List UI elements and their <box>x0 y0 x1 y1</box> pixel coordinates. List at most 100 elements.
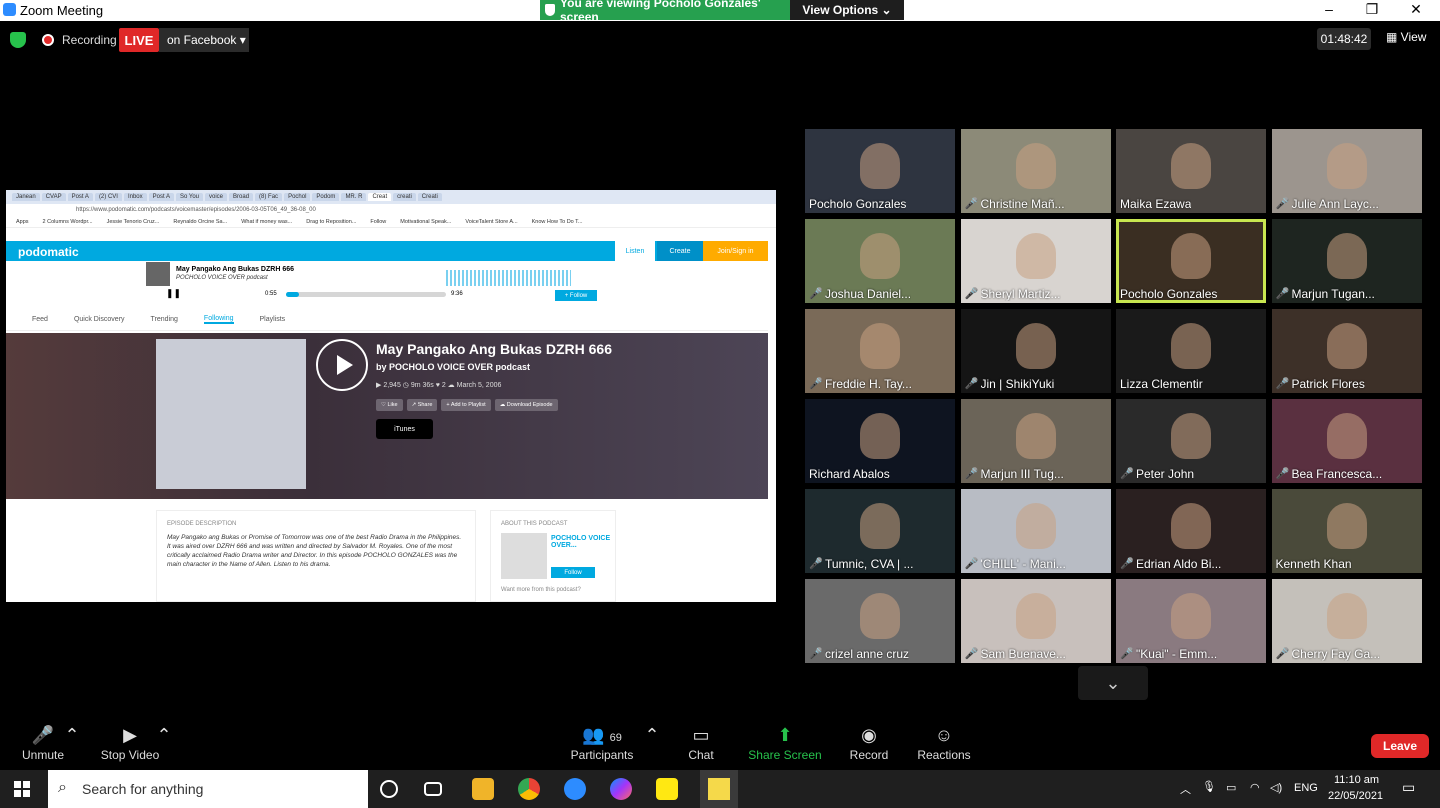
participant-tile[interactable]: Pocholo Gonzales <box>1116 219 1266 303</box>
join-button[interactable]: Join/Sign in <box>703 241 768 261</box>
microphone-tray-icon[interactable]: 🎙 <box>1202 780 1216 793</box>
minimize-button[interactable]: – <box>1314 1 1344 17</box>
participant-tile[interactable]: 🎤 Cherry Fay Ga... <box>1271 579 1422 663</box>
reactions-button[interactable]: ☺ Reactions <box>916 724 972 762</box>
browser-tab[interactable]: Creat <box>368 193 392 201</box>
file-explorer-icon[interactable] <box>472 778 494 800</box>
browser-tab[interactable]: MR. R <box>341 193 367 201</box>
listen-button[interactable]: Listen <box>615 241 655 261</box>
zoom-taskbar-icon[interactable] <box>564 778 586 800</box>
bookmark-item[interactable]: Apps <box>16 219 29 225</box>
participant-tile[interactable]: 🎤 Christine Mañ... <box>960 129 1111 213</box>
browser-tab[interactable]: (2) CVI <box>94 193 122 201</box>
nav-item-trending[interactable]: Trending <box>151 316 178 323</box>
clock-date[interactable]: 22/05/2021 <box>1328 790 1383 802</box>
participant-tile[interactable]: Kenneth Khan <box>1271 489 1422 573</box>
itunes-badge[interactable]: iTunes <box>376 419 433 439</box>
participant-tile[interactable]: 🎤 Julie Ann Layc... <box>1271 129 1422 213</box>
participant-tile[interactable]: 🎤 'CHILL' - Mani... <box>960 489 1111 573</box>
bookmark-item[interactable]: Jessie Tenorio Cruz... <box>107 219 160 225</box>
browser-tab[interactable]: CVAP <box>41 193 66 201</box>
video-options-caret[interactable]: ⌃ <box>156 724 172 748</box>
bookmark-item[interactable]: Motivational Speak... <box>400 219 451 225</box>
leave-button[interactable]: Leave <box>1371 734 1429 758</box>
clock-time[interactable]: 11:10 am <box>1334 774 1379 786</box>
participant-tile[interactable]: Lizza Clementir <box>1116 309 1266 393</box>
sticky-notes-icon[interactable] <box>700 770 738 808</box>
browser-tab[interactable]: creati <box>393 193 416 201</box>
record-button[interactable]: ◉ Record <box>848 724 890 762</box>
bookmark-item[interactable]: Know How To Do T... <box>532 219 583 225</box>
browser-tab[interactable]: Pochol <box>284 193 311 201</box>
progress-bar[interactable] <box>286 292 446 297</box>
bookmark-item[interactable]: VoiceTalent Store A... <box>465 219 517 225</box>
nav-item-playlists[interactable]: Playlists <box>260 316 286 323</box>
participant-tile[interactable]: 🎤 Sam Buenave... <box>960 579 1111 663</box>
participant-tile[interactable]: 🎤 crizel anne cruz <box>805 579 955 663</box>
kakaotalk-icon[interactable] <box>656 778 678 800</box>
nav-item-following[interactable]: Following <box>203 315 234 324</box>
participants-caret[interactable]: ⌃ <box>644 724 660 748</box>
unmute-button[interactable]: 🎤 Unmute <box>18 724 68 762</box>
chevron-down-icon[interactable]: ⌄ <box>1078 666 1148 700</box>
browser-tab[interactable]: Creati <box>417 193 442 201</box>
episode-action-button[interactable]: + Add to Playlist <box>441 399 491 411</box>
browser-tab[interactable]: Inbox <box>123 193 147 201</box>
episode-action-button[interactable]: ♡ Like <box>376 399 403 411</box>
windows-start-icon[interactable] <box>14 781 30 797</box>
participant-tile[interactable]: 🎤 Edrian Aldo Bi... <box>1116 489 1266 573</box>
live-destination-dropdown[interactable]: on Facebook ▾ <box>159 28 249 52</box>
create-button[interactable]: Create <box>657 241 703 261</box>
audio-options-caret[interactable]: ⌃ <box>64 724 80 748</box>
share-screen-button[interactable]: ⬆ Share Screen <box>748 724 822 762</box>
participant-tile[interactable]: 🎤 Peter John <box>1116 399 1266 483</box>
participant-tile[interactable]: 🎤 Joshua Daniel... <box>805 219 955 303</box>
participant-tile[interactable]: 🎤 Tumnic, CVA | ... <box>805 489 955 573</box>
restore-button[interactable]: ❐ <box>1357 1 1387 18</box>
view-options-button[interactable]: View Options ⌄ <box>790 0 904 20</box>
encryption-shield-icon[interactable] <box>10 32 26 48</box>
browser-tab[interactable]: voice <box>205 193 228 201</box>
language-indicator[interactable]: ENG <box>1294 782 1318 794</box>
recording-label[interactable]: Recording <box>62 33 117 47</box>
browser-tab[interactable]: Post A <box>148 193 174 201</box>
nav-item-feed[interactable]: Feed <box>32 316 48 323</box>
episode-byline[interactable]: by POCHOLO VOICE OVER podcast <box>376 362 530 372</box>
participant-tile[interactable]: Maika Ezawa <box>1116 129 1266 213</box>
volume-icon[interactable]: ◁) <box>1270 781 1282 794</box>
wifi-icon[interactable]: ◠ <box>1250 781 1260 794</box>
taskbar-search-input[interactable]: ⌕ Search for anything <box>48 770 368 808</box>
messenger-icon[interactable] <box>610 778 632 800</box>
battery-icon[interactable]: ▭ <box>1226 781 1236 794</box>
bookmark-item[interactable]: What if money was... <box>241 219 292 225</box>
view-layout-button[interactable]: ▦ View <box>1386 30 1426 44</box>
participant-tile[interactable]: 🎤 Sheryl Martiz... <box>960 219 1111 303</box>
participant-tile[interactable]: Pocholo Gonzales <box>805 129 955 213</box>
chrome-icon[interactable] <box>518 778 540 800</box>
participant-tile[interactable]: 🎤 Freddie H. Tay... <box>805 309 955 393</box>
browser-tab[interactable]: Podom <box>312 193 340 201</box>
notifications-icon[interactable]: ▭ <box>1402 779 1415 796</box>
bookmark-item[interactable]: Reynaldo Orcine Sa... <box>173 219 227 225</box>
browser-tab[interactable]: So You <box>175 193 204 201</box>
pause-icon[interactable]: ❚❚ <box>166 288 181 299</box>
episode-action-button[interactable]: ↗ Share <box>406 399 438 411</box>
participant-tile[interactable]: 🎤 Marjun III Tug... <box>960 399 1111 483</box>
address-bar[interactable]: https://www.podomatic.com/podcasts/voice… <box>6 204 776 216</box>
play-button[interactable] <box>316 339 368 391</box>
participant-tile[interactable]: Richard Abalos <box>805 399 955 483</box>
stop-video-button[interactable]: ▶ Stop Video <box>98 724 162 762</box>
tray-overflow-icon[interactable]: ︿ <box>1180 781 1191 797</box>
browser-tab[interactable]: Janean <box>12 193 40 201</box>
chat-button[interactable]: ▭ Chat <box>684 724 718 762</box>
nav-item-quick-discovery[interactable]: Quick Discovery <box>74 316 125 323</box>
bookmark-item[interactable]: Drag to Reposition... <box>306 219 356 225</box>
episode-action-button[interactable]: ☁ Download Episode <box>494 399 558 411</box>
participant-tile[interactable]: 🎤 Bea Francesca... <box>1271 399 1422 483</box>
close-button[interactable]: ✕ <box>1401 1 1431 18</box>
browser-tab[interactable]: Broad <box>229 193 254 201</box>
podcast-name[interactable]: POCHOLO VOICE OVER... <box>551 535 611 549</box>
task-view-icon[interactable] <box>424 782 442 796</box>
about-follow-button[interactable]: Follow <box>551 567 595 578</box>
browser-tab[interactable]: (8) Fac <box>255 193 283 201</box>
